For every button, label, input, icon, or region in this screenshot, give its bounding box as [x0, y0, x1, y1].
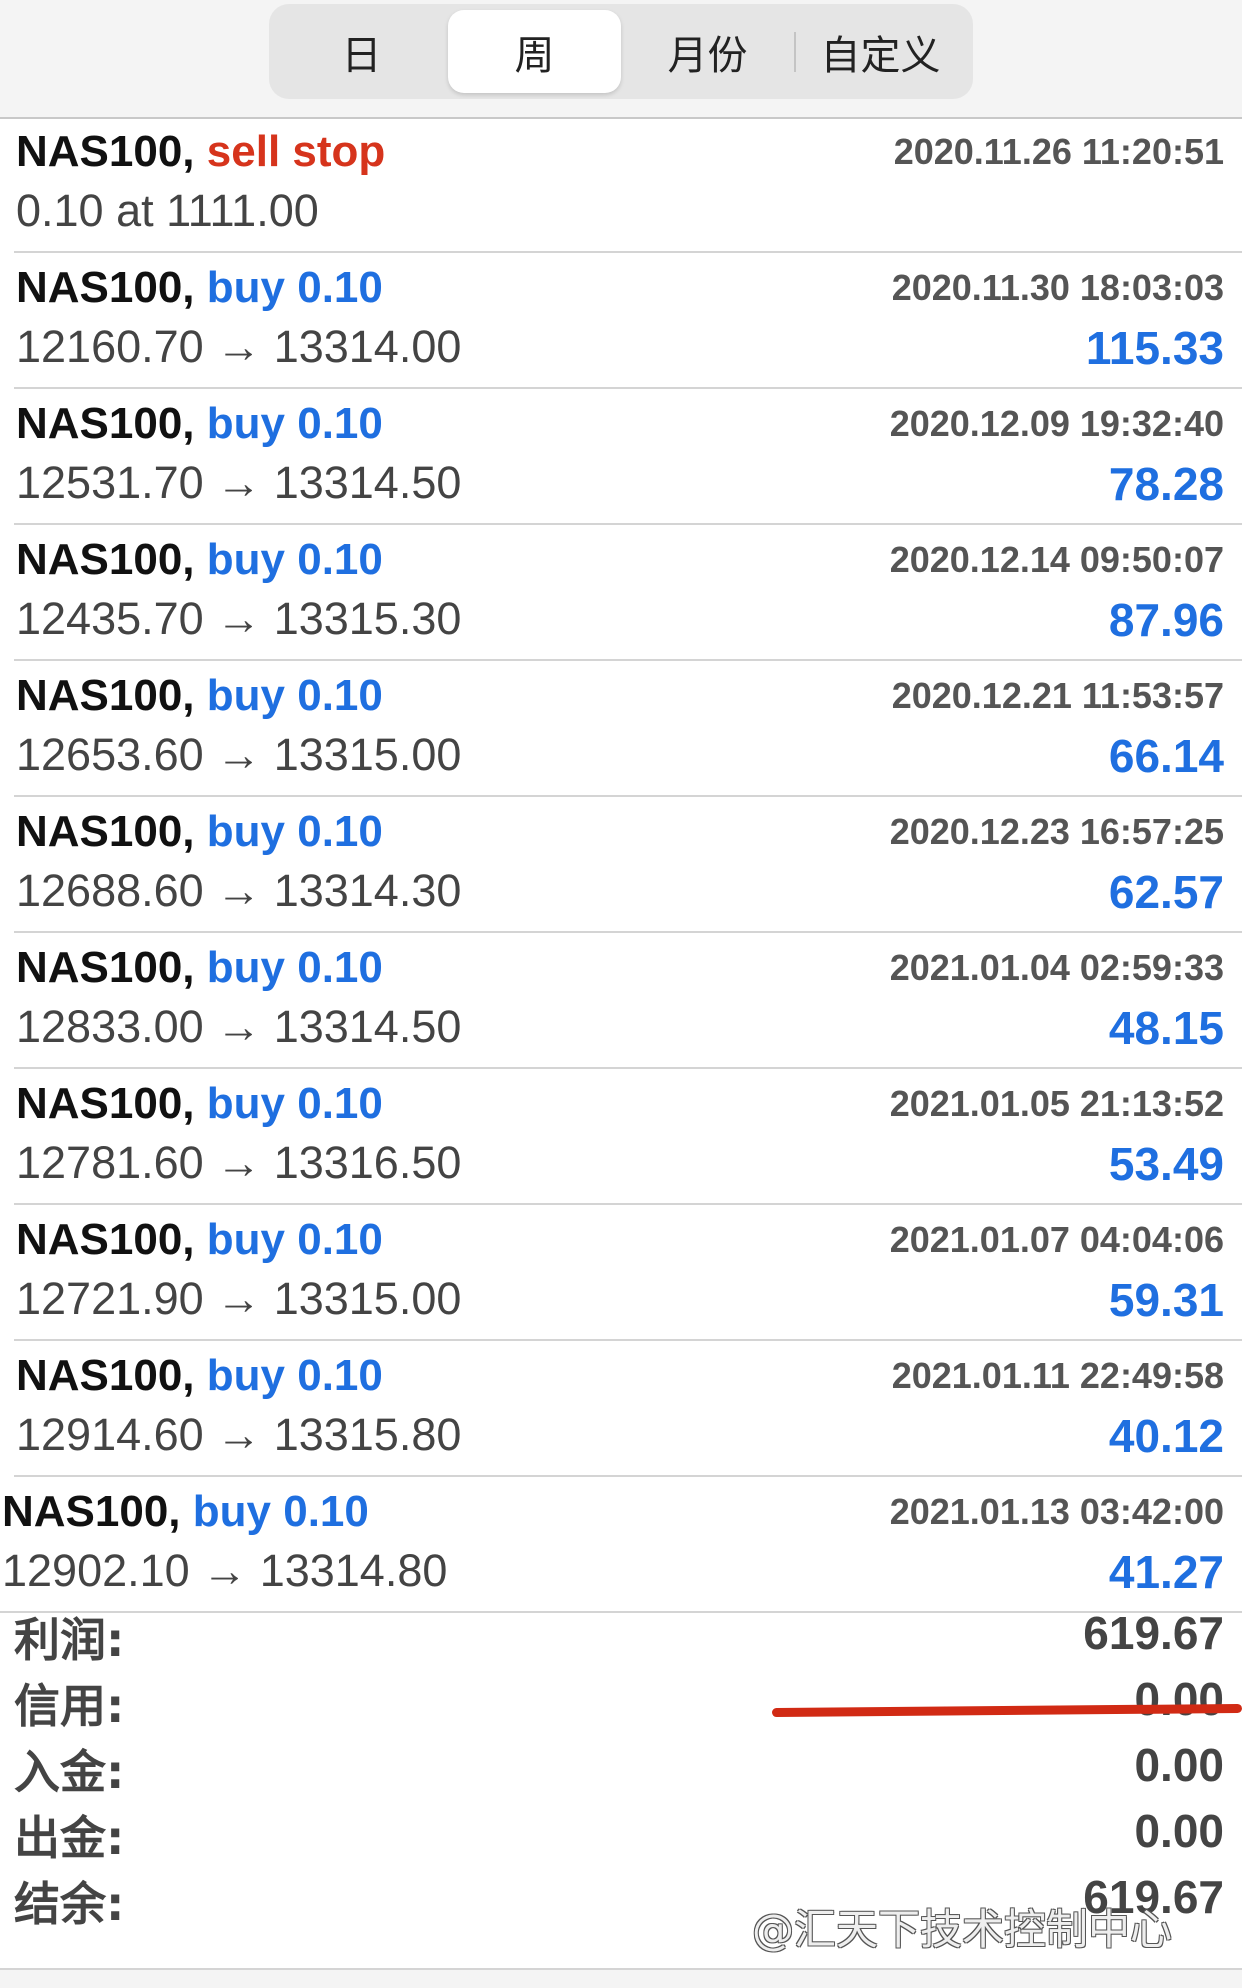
order-title: NAS100, buy 0.10 [16, 535, 383, 585]
order-history-list: NAS100, sell stop 2020.11.26 11:20:51 0.10… [0, 117, 1242, 1613]
order-profit: 48.15 [1108, 1002, 1224, 1054]
order-symbol: NAS100, [16, 127, 195, 176]
order-row[interactable]: NAS100, buy 0.10 2021.01.13 03:42:00 12902… [0, 1477, 1242, 1613]
summary-value: 619.67 [1083, 1607, 1224, 1659]
order-time: 2020.11.26 11:20:51 [893, 131, 1224, 172]
order-action: buy 0.10 [206, 1215, 383, 1264]
order-prices: 12688.60 → 13314.30 [16, 865, 462, 916]
order-action: buy 0.10 [206, 1351, 383, 1400]
summary-label: 结余: [14, 1877, 125, 1931]
order-row[interactable]: NAS100, buy 0.10 2020.12.09 19:32:40 12531… [14, 389, 1242, 525]
order-title: NAS100, buy 0.10 [2, 1487, 369, 1537]
order-title: NAS100, buy 0.10 [16, 807, 383, 857]
order-time: 2021.01.13 03:42:00 [889, 1491, 1224, 1532]
order-prices: 12531.70 → 13314.50 [16, 457, 462, 508]
order-time: 2021.01.05 21:13:52 [889, 1083, 1224, 1124]
order-symbol: NAS100, [16, 943, 195, 992]
order-profit: 78.28 [1108, 458, 1224, 510]
order-profit: 59.31 [1108, 1274, 1224, 1326]
order-prices: 12902.10 → 13314.80 [2, 1545, 448, 1596]
watermark: @汇天下技术控制中心 [752, 1905, 1173, 1954]
order-symbol: NAS100, [16, 671, 195, 720]
order-title: NAS100, buy 0.10 [16, 263, 383, 313]
order-prices: 12721.90 → 13315.00 [16, 1273, 462, 1324]
order-profit: 66.14 [1108, 730, 1224, 782]
summary-value: 0.00 [1134, 1805, 1224, 1857]
tab-custom[interactable]: 自定义 [794, 10, 967, 93]
order-profit: 41.27 [1108, 1546, 1224, 1598]
order-time: 2020.12.14 09:50:07 [889, 539, 1224, 580]
order-time: 2020.12.21 11:53:57 [891, 675, 1224, 716]
order-profit: 62.57 [1108, 866, 1224, 918]
order-row[interactable]: NAS100, buy 0.10 2020.12.14 09:50:07 12435… [14, 525, 1242, 661]
summary-value: 0.00 [1134, 1739, 1224, 1791]
summary-label: 入金: [14, 1745, 125, 1799]
order-symbol: NAS100, [16, 1351, 195, 1400]
order-prices: 12781.60 → 13316.50 [16, 1137, 462, 1188]
tab-day[interactable]: 日 [275, 10, 448, 93]
order-prices: 12833.00 → 13314.50 [16, 1001, 462, 1052]
order-symbol: NAS100, [16, 807, 195, 856]
order-title: NAS100, sell stop [16, 127, 385, 177]
order-symbol: NAS100, [16, 263, 195, 312]
tab-week[interactable]: 周 [448, 10, 621, 93]
order-title: NAS100, buy 0.10 [16, 671, 383, 721]
summary-row: 入金: 0.00 [0, 1732, 1242, 1799]
order-prices: 0.10 at 1111.00 [16, 185, 319, 236]
tab-month[interactable]: 月份 [621, 10, 794, 93]
order-row[interactable]: NAS100, buy 0.10 2020.12.21 11:53:57 12653… [14, 661, 1242, 797]
order-profit: 115.33 [1085, 322, 1224, 374]
order-action: sell stop [206, 127, 386, 176]
order-action: buy 0.10 [206, 399, 383, 448]
summary-row: 信用: 0.00 [0, 1666, 1242, 1733]
summary-row: 利润: 619.67 [0, 1600, 1242, 1667]
order-symbol: NAS100, [16, 399, 195, 448]
order-profit: 87.96 [1108, 594, 1224, 646]
summary-label: 出金: [14, 1811, 125, 1865]
order-symbol: NAS100, [2, 1487, 181, 1536]
order-action: buy 0.10 [206, 1079, 383, 1128]
order-symbol: NAS100, [16, 535, 195, 584]
period-segmented-control: 日 周 月份 自定义 [269, 4, 973, 99]
summary-value: 0.00 [1134, 1673, 1224, 1725]
order-prices: 12160.70 → 13314.00 [16, 321, 462, 372]
order-symbol: NAS100, [16, 1079, 195, 1128]
order-row[interactable]: NAS100, buy 0.10 2021.01.11 22:49:58 12914… [14, 1341, 1242, 1477]
order-action: buy 0.10 [206, 671, 383, 720]
order-title: NAS100, buy 0.10 [16, 399, 383, 449]
order-time: 2020.12.23 16:57:25 [889, 811, 1224, 852]
order-row[interactable]: NAS100, buy 0.10 2021.01.07 04:04:06 12721… [14, 1205, 1242, 1341]
order-time: 2021.01.04 02:59:33 [889, 947, 1224, 988]
order-prices: 12653.60 → 13315.00 [16, 729, 462, 780]
order-profit: 40.12 [1108, 1410, 1224, 1462]
order-row[interactable]: NAS100, sell stop 2020.11.26 11:20:51 0.10… [14, 117, 1242, 253]
order-prices: 12914.60 → 13315.80 [16, 1409, 462, 1460]
summary-label: 信用: [14, 1679, 125, 1733]
order-time: 2021.01.11 22:49:58 [891, 1355, 1224, 1396]
order-action: buy 0.10 [192, 1487, 369, 1536]
order-prices: 12435.70 → 13315.30 [16, 593, 462, 644]
order-symbol: NAS100, [16, 1215, 195, 1264]
order-title: NAS100, buy 0.10 [16, 943, 383, 993]
summary-label: 利润: [14, 1613, 125, 1667]
order-action: buy 0.10 [206, 263, 383, 312]
order-action: buy 0.10 [206, 807, 383, 856]
order-row[interactable]: NAS100, buy 0.10 2021.01.05 21:13:52 12781… [14, 1069, 1242, 1205]
order-row[interactable]: NAS100, buy 0.10 2020.12.23 16:57:25 12688… [14, 797, 1242, 933]
order-action: buy 0.10 [206, 943, 383, 992]
period-toolbar: 日 周 月份 自定义 [0, 0, 1242, 119]
summary-row: 出金: 0.00 [0, 1798, 1242, 1865]
order-action: buy 0.10 [206, 535, 383, 584]
order-title: NAS100, buy 0.10 [16, 1215, 383, 1265]
order-title: NAS100, buy 0.10 [16, 1351, 383, 1401]
order-row[interactable]: NAS100, buy 0.10 2021.01.04 02:59:33 12833… [14, 933, 1242, 1069]
order-time: 2020.11.30 18:03:03 [891, 267, 1224, 308]
order-profit: 53.49 [1108, 1138, 1224, 1190]
account-summary: 利润: 619.67 信用: 0.00 入金: 0.00 出金: 0.00 结余: 619.67 [0, 1600, 1242, 1931]
order-row[interactable]: NAS100, buy 0.10 2020.11.30 18:03:03 12160… [14, 253, 1242, 389]
order-time: 2021.01.07 04:04:06 [889, 1219, 1224, 1260]
order-time: 2020.12.09 19:32:40 [889, 403, 1224, 444]
bottom-edge [0, 1968, 1242, 1988]
order-title: NAS100, buy 0.10 [16, 1079, 383, 1129]
